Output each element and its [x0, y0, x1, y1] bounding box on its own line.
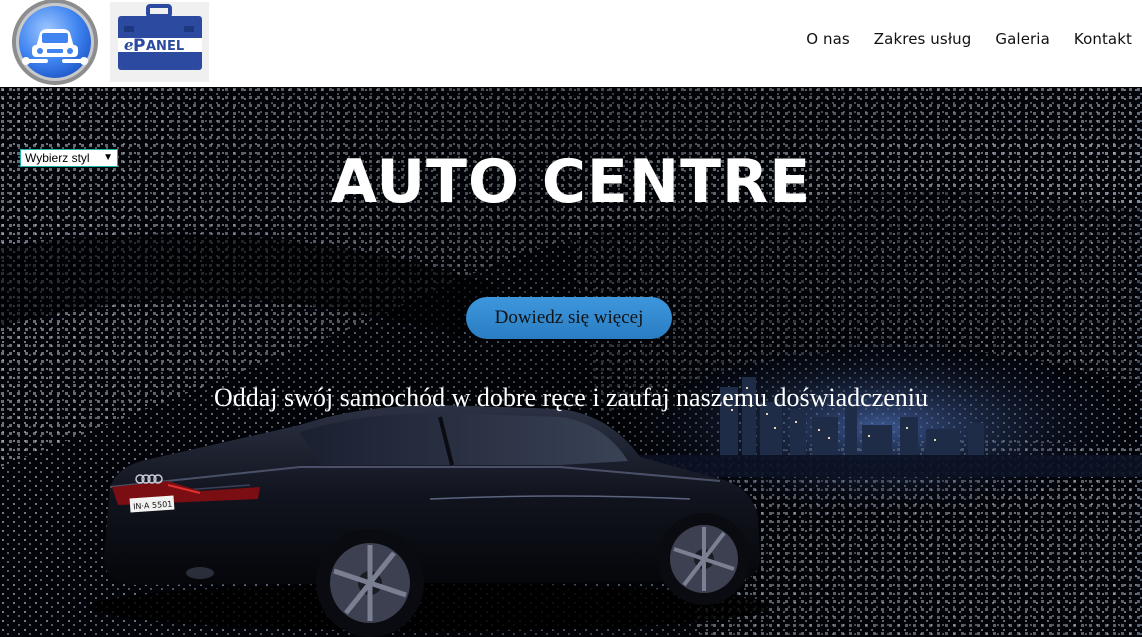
car-wrench-icon[interactable]	[16, 3, 94, 81]
toolbox-icon: e P ANEL	[118, 4, 202, 70]
epanel-text-anel: ANEL	[146, 39, 184, 54]
epanel-text-p: P	[133, 36, 145, 56]
nav-link-o-nas[interactable]: O nas	[806, 30, 850, 52]
front-wheel	[658, 513, 750, 605]
hero-section: IN·A 5501 Wybierz styl ▼ AUTO CENTRE Dow…	[0, 87, 1142, 637]
nav-link-galeria[interactable]: Galeria	[995, 30, 1049, 52]
hero-tagline: Oddaj swój samochód w dobre ręce i zaufa…	[213, 383, 929, 412]
epanel-logo[interactable]: e P ANEL	[110, 2, 209, 82]
nav-link-zakres-uslug[interactable]: Zakres usług	[874, 30, 972, 52]
learn-more-button[interactable]: Dowiedz się więcej	[466, 297, 672, 339]
nav-link-kontakt[interactable]: Kontakt	[1074, 30, 1132, 52]
car-logo-graphic	[22, 29, 88, 65]
main-nav: O nas Zakres usług Galeria Kontakt	[806, 30, 1132, 52]
site-header: e P ANEL O nas Zakres usług Galeria Kont…	[0, 0, 1142, 87]
hero-title: AUTO CENTRE	[330, 147, 812, 217]
rear-wheel	[316, 529, 424, 637]
